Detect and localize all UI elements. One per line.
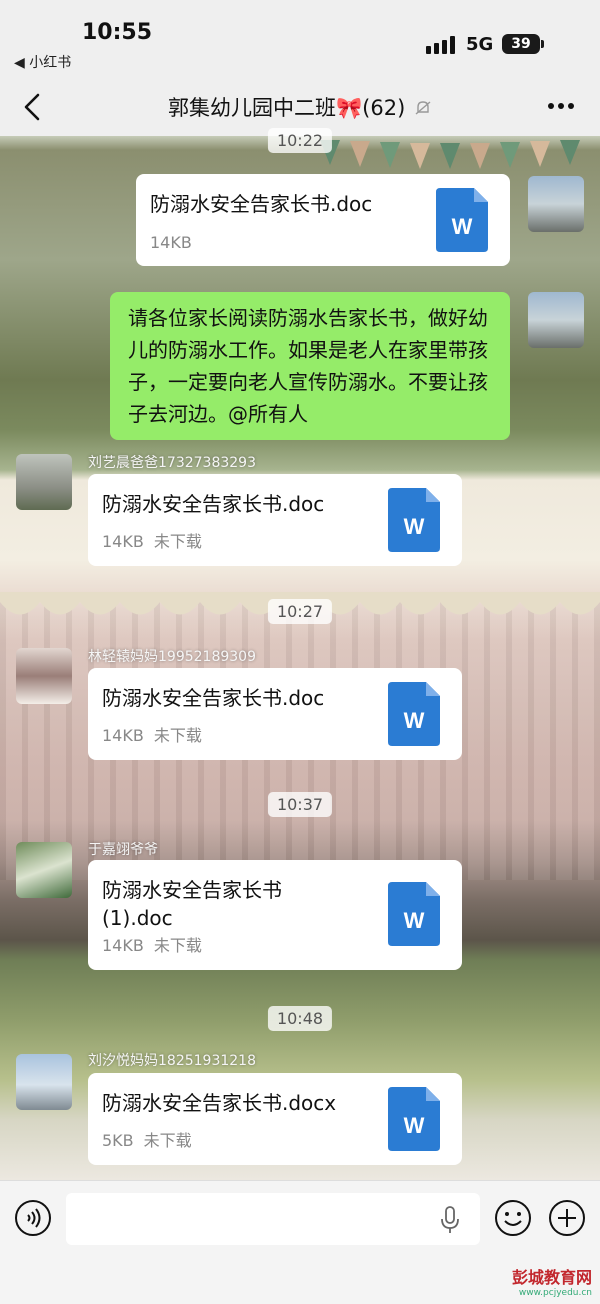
file-message-self[interactable]: 防溺水安全告家长书.doc 14KB W <box>136 174 510 266</box>
file-message[interactable]: 防溺水安全告家长书.docx 5KB 未下载 W <box>88 1073 462 1165</box>
avatar[interactable] <box>16 1054 72 1110</box>
word-document-icon: W <box>388 488 440 552</box>
avatar[interactable] <box>16 454 72 510</box>
file-message[interactable]: 防溺水安全告家长书.doc 14KB 未下载 W <box>88 668 462 760</box>
svg-text:W: W <box>404 514 425 539</box>
file-name: 防溺水安全告家长书.doc <box>150 192 373 216</box>
emoji-icon[interactable] <box>494 1199 532 1237</box>
more-options-icon[interactable] <box>546 96 576 116</box>
file-size: 14KB <box>150 233 192 252</box>
file-meta: 14KB 未下载 <box>102 528 212 552</box>
avatar[interactable] <box>16 842 72 898</box>
watermark-url: www.pcjyedu.cn <box>518 1288 592 1298</box>
download-status: 未下载 <box>153 936 202 955</box>
file-meta: 5KB 未下载 <box>102 1127 202 1151</box>
file-name: 防溺水安全告家长书 (1).doc <box>102 878 282 930</box>
mute-bell-icon <box>415 101 431 115</box>
battery-icon: 39 <box>502 34 540 54</box>
file-name: 防溺水安全告家长书.doc <box>102 492 325 516</box>
avatar[interactable] <box>528 176 584 232</box>
sender-name: 林轻辕妈妈19952189309 <box>88 649 256 665</box>
file-meta: 14KB <box>150 233 202 252</box>
avatar[interactable] <box>528 292 584 348</box>
status-bar: 10:55 ◀ 小红书 5G 39 <box>0 0 600 88</box>
back-to-app-link[interactable]: ◀ 小红书 <box>14 52 71 72</box>
file-message[interactable]: 防溺水安全告家长书 (1).doc 14KB 未下载 W <box>88 860 462 970</box>
svg-text:W: W <box>404 908 425 933</box>
sender-name: 刘汐悦妈妈18251931218 <box>88 1053 256 1069</box>
watermark-text: 彭城教育网 <box>511 1268 592 1287</box>
download-status: 未下载 <box>143 1131 192 1150</box>
download-status: 未下载 <box>153 532 202 551</box>
svg-text:W: W <box>404 708 425 733</box>
status-time: 10:55 <box>82 20 153 45</box>
file-size: 5KB <box>102 1131 134 1150</box>
timestamp: 10:22 <box>267 128 333 153</box>
svg-text:W: W <box>452 214 473 239</box>
battery-tip <box>541 40 544 48</box>
text-message-self[interactable]: 请各位家长阅读防溺水告家长书，做好幼儿的防溺水工作。如果是老人在家里带孩子，一定… <box>110 292 510 440</box>
message-input[interactable] <box>66 1193 480 1245</box>
microphone-icon[interactable] <box>440 1206 460 1234</box>
svg-text:W: W <box>404 1113 425 1138</box>
file-size: 14KB <box>102 726 144 745</box>
signal-icon <box>426 36 455 54</box>
group-name: 郭集幼儿园中二班🎀(62) <box>168 96 406 120</box>
file-size: 14KB <box>102 936 144 955</box>
file-meta: 14KB 未下载 <box>102 932 212 956</box>
network-type: 5G <box>466 34 494 55</box>
chat-title: 郭集幼儿园中二班🎀(62) <box>0 92 600 122</box>
sender-name: 于嘉翊爷爷 <box>88 842 158 858</box>
file-size: 14KB <box>102 532 144 551</box>
site-watermark: 彭城教育网 www.pcjyedu.cn <box>512 1264 592 1298</box>
avatar[interactable] <box>16 648 72 704</box>
voice-input-icon[interactable] <box>14 1199 52 1237</box>
input-bar: 彭城教育网 www.pcjyedu.cn <box>0 1180 600 1304</box>
timestamp: 10:37 <box>267 792 333 817</box>
chat-messages[interactable]: 10:22 防溺水安全告家长书.doc 14KB W 请各位家长阅读防溺水告家长… <box>0 128 600 1180</box>
download-status: 未下载 <box>153 726 202 745</box>
file-name: 防溺水安全告家长书.doc <box>102 686 325 710</box>
timestamp: 10:48 <box>267 1006 333 1031</box>
word-document-icon: W <box>388 1087 440 1151</box>
plus-icon[interactable] <box>548 1199 586 1237</box>
file-message[interactable]: 防溺水安全告家长书.doc 14KB 未下载 W <box>88 474 462 566</box>
file-name: 防溺水安全告家长书.docx <box>102 1091 337 1115</box>
timestamp: 10:27 <box>267 599 333 624</box>
sender-name: 刘艺晨爸爸17327383293 <box>88 455 256 471</box>
file-meta: 14KB 未下载 <box>102 722 212 746</box>
word-document-icon: W <box>436 188 488 252</box>
word-document-icon: W <box>388 682 440 746</box>
word-document-icon: W <box>388 882 440 946</box>
